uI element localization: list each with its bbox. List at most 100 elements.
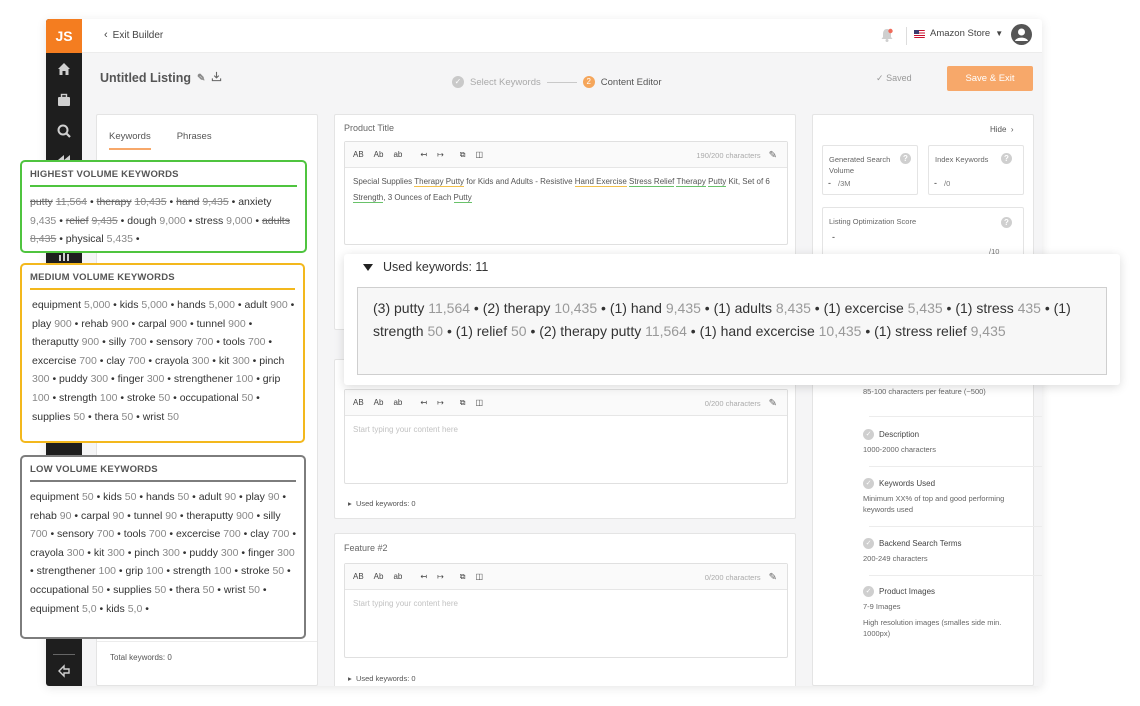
keyword-item[interactable]: wrist 50: [224, 584, 260, 596]
keyword-item[interactable]: hands 50: [146, 491, 189, 503]
keyword-item[interactable]: pinch 300: [134, 547, 180, 559]
keyword-item[interactable]: carpal 90: [81, 510, 124, 522]
keyword-item[interactable]: supplies 50: [113, 584, 166, 596]
feature1-used-keywords[interactable]: ▸ Used keywords: 0: [348, 499, 416, 508]
keyword-item[interactable]: kit 300: [94, 547, 125, 559]
titlecase-button[interactable]: Ab: [374, 572, 384, 581]
keyword-item[interactable]: silly 700: [109, 336, 147, 348]
keyword-item[interactable]: rehab 900: [81, 318, 128, 330]
step2-label[interactable]: Content Editor: [601, 77, 662, 88]
keyword-item[interactable]: strength 100: [59, 392, 117, 404]
columns-icon[interactable]: ◫: [476, 572, 484, 581]
keyword-item[interactable]: supplies 50: [32, 411, 85, 423]
keyword-item[interactable]: thera 50: [176, 584, 215, 596]
briefcase-icon[interactable]: [54, 90, 74, 110]
pencil-icon[interactable]: ✎: [197, 73, 205, 84]
product-title-editor[interactable]: AB Ab ab ↤ ↦ ⧉ ◫ 190/200 characters ✎ Sp…: [344, 141, 788, 245]
uppercase-button[interactable]: AB: [353, 398, 364, 407]
keyword-item[interactable]: puddy 300: [189, 547, 238, 559]
keyword-item[interactable]: adult 90: [199, 491, 236, 503]
redo-icon[interactable]: ↦: [437, 572, 444, 581]
copy-icon[interactable]: ⧉: [460, 150, 466, 160]
keyword-item[interactable]: clay 700: [250, 528, 289, 540]
redo-icon[interactable]: ↦: [437, 398, 444, 407]
keyword-item[interactable]: occupational 50: [30, 584, 104, 596]
keyword-item[interactable]: dough 9,000: [127, 215, 185, 227]
keyword-item[interactable]: hands 5,000: [177, 299, 235, 311]
keyword-item[interactable]: play 900: [32, 318, 72, 330]
titlecase-button[interactable]: Ab: [374, 150, 384, 159]
keyword-item[interactable]: relief 9,435: [66, 215, 118, 227]
search-icon[interactable]: [54, 121, 74, 141]
lowercase-button[interactable]: ab: [393, 150, 402, 159]
step1-label[interactable]: Select Keywords: [470, 77, 541, 88]
home-icon[interactable]: [54, 59, 74, 79]
keyword-item[interactable]: rehab 90: [30, 510, 71, 522]
keyword-item[interactable]: equipment 5,000: [32, 299, 110, 311]
keyword-item[interactable]: theraputty 900: [186, 510, 253, 522]
help-icon[interactable]: ?: [1001, 153, 1012, 164]
redo-icon[interactable]: ↦: [437, 150, 444, 159]
keyword-item[interactable]: stress 9,000: [195, 215, 252, 227]
keyword-item[interactable]: kit 300: [219, 355, 250, 367]
bell-icon[interactable]: [879, 27, 895, 43]
keyword-item[interactable]: kids 5,000: [120, 299, 168, 311]
keyword-item[interactable]: kids 5,0: [106, 603, 142, 615]
keyword-item[interactable]: excercise 700: [32, 355, 97, 367]
keyword-item[interactable]: wrist 50: [143, 411, 179, 423]
keyword-item[interactable]: tunnel 90: [134, 510, 177, 522]
keyword-item[interactable]: therapy 10,435: [97, 196, 167, 208]
help-icon[interactable]: ?: [900, 153, 911, 164]
copy-icon[interactable]: ⧉: [460, 572, 466, 582]
feature1-editor[interactable]: AB Ab ab ↤ ↦ ⧉ ◫ 0/200 characters ✎ Star…: [344, 389, 788, 484]
keyword-item[interactable]: sensory 700: [57, 528, 114, 540]
keyword-item[interactable]: tunnel 900: [197, 318, 246, 330]
lowercase-button[interactable]: ab: [393, 572, 402, 581]
keyword-item[interactable]: tools 700: [124, 528, 167, 540]
titlecase-button[interactable]: Ab: [374, 398, 384, 407]
logout-icon[interactable]: [54, 661, 74, 681]
pencil-icon[interactable]: ✎: [769, 398, 777, 409]
hide-button[interactable]: Hide ›: [990, 125, 1014, 134]
keyword-item[interactable]: stroke 50: [127, 392, 170, 404]
undo-icon[interactable]: ↤: [420, 398, 427, 407]
feature2-used-keywords[interactable]: ▸ Used keywords: 0: [348, 674, 416, 683]
avatar-icon[interactable]: [1011, 24, 1032, 45]
columns-icon[interactable]: ◫: [476, 398, 484, 407]
keyword-item[interactable]: crayola 300: [30, 547, 84, 559]
keyword-item[interactable]: strengthener 100: [37, 565, 116, 577]
used-keywords-toggle[interactable]: Used keywords: 11: [363, 260, 488, 274]
keyword-item[interactable]: equipment 5,0: [30, 603, 97, 615]
uppercase-button[interactable]: AB: [353, 572, 364, 581]
keyword-item[interactable]: stroke 50: [241, 565, 284, 577]
keyword-item[interactable]: kids 50: [103, 491, 136, 503]
keyword-item[interactable]: thera 50: [95, 411, 134, 423]
keyword-item[interactable]: putty 11,564: [30, 196, 87, 208]
listing-title-text[interactable]: Untitled Listing: [100, 71, 191, 85]
uppercase-button[interactable]: AB: [353, 150, 364, 159]
tab-keywords[interactable]: Keywords: [109, 131, 151, 150]
keyword-item[interactable]: theraputty 900: [32, 336, 99, 348]
keyword-item[interactable]: strength 100: [173, 565, 231, 577]
copy-icon[interactable]: ⧉: [460, 398, 466, 408]
keyword-item[interactable]: equipment 50: [30, 491, 94, 503]
columns-icon[interactable]: ◫: [476, 150, 484, 159]
keyword-item[interactable]: carpal 900: [138, 318, 187, 330]
keyword-item[interactable]: clay 700: [106, 355, 145, 367]
pencil-icon[interactable]: ✎: [769, 572, 777, 583]
keyword-item[interactable]: hand 9,435: [176, 196, 229, 208]
keyword-item[interactable]: adult 900: [245, 299, 288, 311]
keyword-item[interactable]: play 90: [246, 491, 280, 503]
keyword-item[interactable]: puddy 300: [59, 373, 108, 385]
logo[interactable]: JS: [46, 19, 82, 53]
help-icon[interactable]: ?: [1001, 217, 1012, 228]
keyword-item[interactable]: physical 5,435: [66, 233, 133, 245]
keyword-item[interactable]: excercise 700: [176, 528, 241, 540]
keyword-item[interactable]: occupational 50: [180, 392, 254, 404]
keyword-item[interactable]: tools 700: [223, 336, 266, 348]
lowercase-button[interactable]: ab: [393, 398, 402, 407]
exit-builder-link[interactable]: ‹ Exit Builder: [104, 29, 163, 41]
keyword-item[interactable]: finger 300: [248, 547, 295, 559]
undo-icon[interactable]: ↤: [420, 572, 427, 581]
pencil-icon[interactable]: ✎: [769, 150, 777, 161]
